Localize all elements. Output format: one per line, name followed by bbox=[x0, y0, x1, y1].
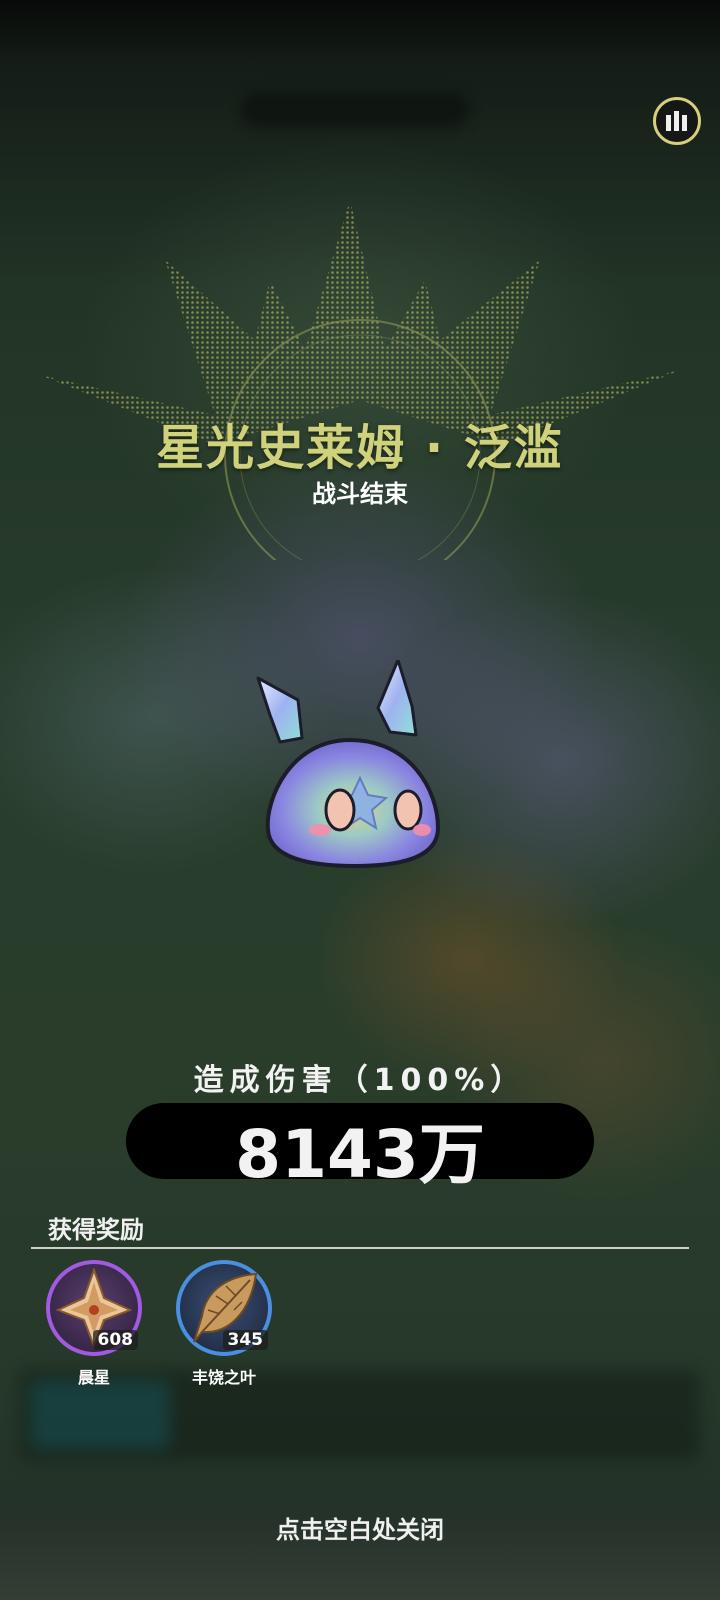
bar-chart-icon bbox=[666, 111, 687, 131]
reward-name: 丰饶之叶 bbox=[191, 1368, 256, 1387]
blurred-bottom-button bbox=[30, 1380, 170, 1450]
reward-count: 345 bbox=[222, 1330, 268, 1350]
close-hint[interactable]: 点击空白处关闭 bbox=[0, 1510, 720, 1545]
starlight-slime-image bbox=[256, 660, 441, 869]
reward-name: 晨星 bbox=[77, 1368, 110, 1387]
damage-value: 8143万 bbox=[235, 1116, 485, 1193]
reward-item-leaf[interactable]: 345 丰饶之叶 bbox=[164, 1260, 284, 1387]
rewards-divider bbox=[31, 1247, 689, 1249]
boss-title: 星光史莱姆 · 泛滥 bbox=[156, 420, 564, 476]
stats-button[interactable] bbox=[653, 97, 701, 145]
blurred-stage-title bbox=[240, 92, 470, 128]
top-shade bbox=[0, 0, 720, 60]
battle-status: 战斗结束 bbox=[312, 480, 408, 508]
damage-label: 造成伤害（100%） bbox=[193, 1063, 527, 1098]
reward-item-morning-star[interactable]: 608 晨星 bbox=[34, 1260, 154, 1387]
reward-count: 608 bbox=[92, 1330, 138, 1350]
rewards-title: 获得奖励 bbox=[48, 1216, 144, 1244]
